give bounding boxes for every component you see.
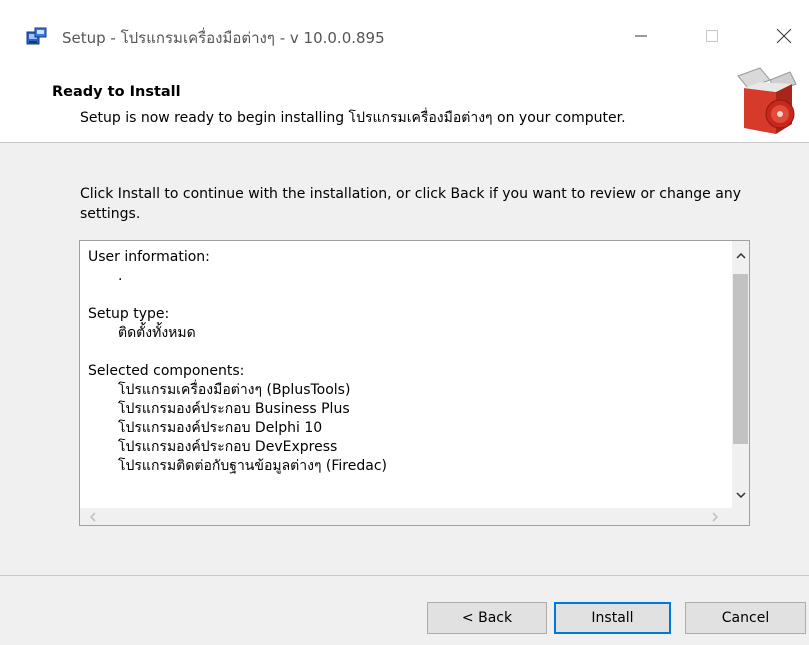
title-bar: Setup - โปรแกรมเครื่องมือต่างๆ - v 10.0.… [0, 0, 809, 62]
scroll-up-button[interactable] [732, 247, 749, 264]
chevron-down-icon [735, 491, 746, 498]
horizontal-scrollbar[interactable] [80, 508, 749, 525]
list-item: โปรแกรมองค์ประกอบ DevExpress [118, 439, 338, 455]
setup-window: Setup - โปรแกรมเครื่องมือต่างๆ - v 10.0.… [0, 0, 809, 645]
list-item: โปรแกรมติดต่อกับฐานข้อมูลต่างๆ (Firedac) [118, 458, 387, 474]
back-button[interactable]: < Back [427, 602, 547, 634]
setup-type-value: ติดตั้งทั้งหมด [118, 325, 196, 341]
maximize-button[interactable] [688, 18, 736, 54]
minimize-button[interactable] [617, 18, 665, 54]
scroll-down-button[interactable] [732, 486, 749, 503]
setup-icon [26, 26, 48, 46]
scroll-left-button[interactable] [84, 508, 101, 525]
window-title: Setup - โปรแกรมเครื่องมือต่างๆ - v 10.0.… [62, 29, 385, 47]
close-button[interactable] [760, 18, 808, 54]
components-label: Selected components: [88, 363, 245, 379]
ready-memo[interactable]: User information: . Setup type: ติดตั้งท… [79, 240, 750, 526]
user-info-label: User information: [88, 249, 210, 265]
chevron-left-icon [89, 511, 96, 522]
page-subtitle: Setup is now ready to begin installing โ… [80, 110, 626, 126]
instruction-text: Click Install to continue with the insta… [80, 186, 741, 222]
list-item: โปรแกรมองค์ประกอบ Delphi 10 [118, 420, 323, 436]
minimize-icon [635, 35, 647, 37]
scroll-corner [732, 508, 749, 525]
setup-type-label: Setup type: [88, 306, 170, 322]
cancel-button[interactable]: Cancel [685, 602, 806, 634]
memo-content: User information: . Setup type: ติดตั้งท… [88, 248, 728, 510]
vertical-scrollbar[interactable] [732, 241, 749, 509]
scroll-right-button[interactable] [706, 508, 723, 525]
footer-divider [0, 575, 809, 576]
user-info-value: . [118, 268, 123, 284]
page-title: Ready to Install [52, 84, 181, 100]
maximize-icon [706, 30, 718, 42]
list-item: โปรแกรมเครื่องมือต่างๆ (BplusTools) [118, 382, 351, 398]
install-box-icon [730, 66, 800, 138]
scroll-thumb[interactable] [733, 274, 748, 444]
chevron-up-icon [735, 252, 746, 259]
close-icon [777, 29, 791, 43]
chevron-right-icon [711, 511, 718, 522]
list-item: โปรแกรมองค์ประกอบ Business Plus [118, 401, 350, 417]
install-button[interactable]: Install [554, 602, 671, 634]
wizard-header: Ready to Install Setup is now ready to b… [0, 62, 809, 143]
